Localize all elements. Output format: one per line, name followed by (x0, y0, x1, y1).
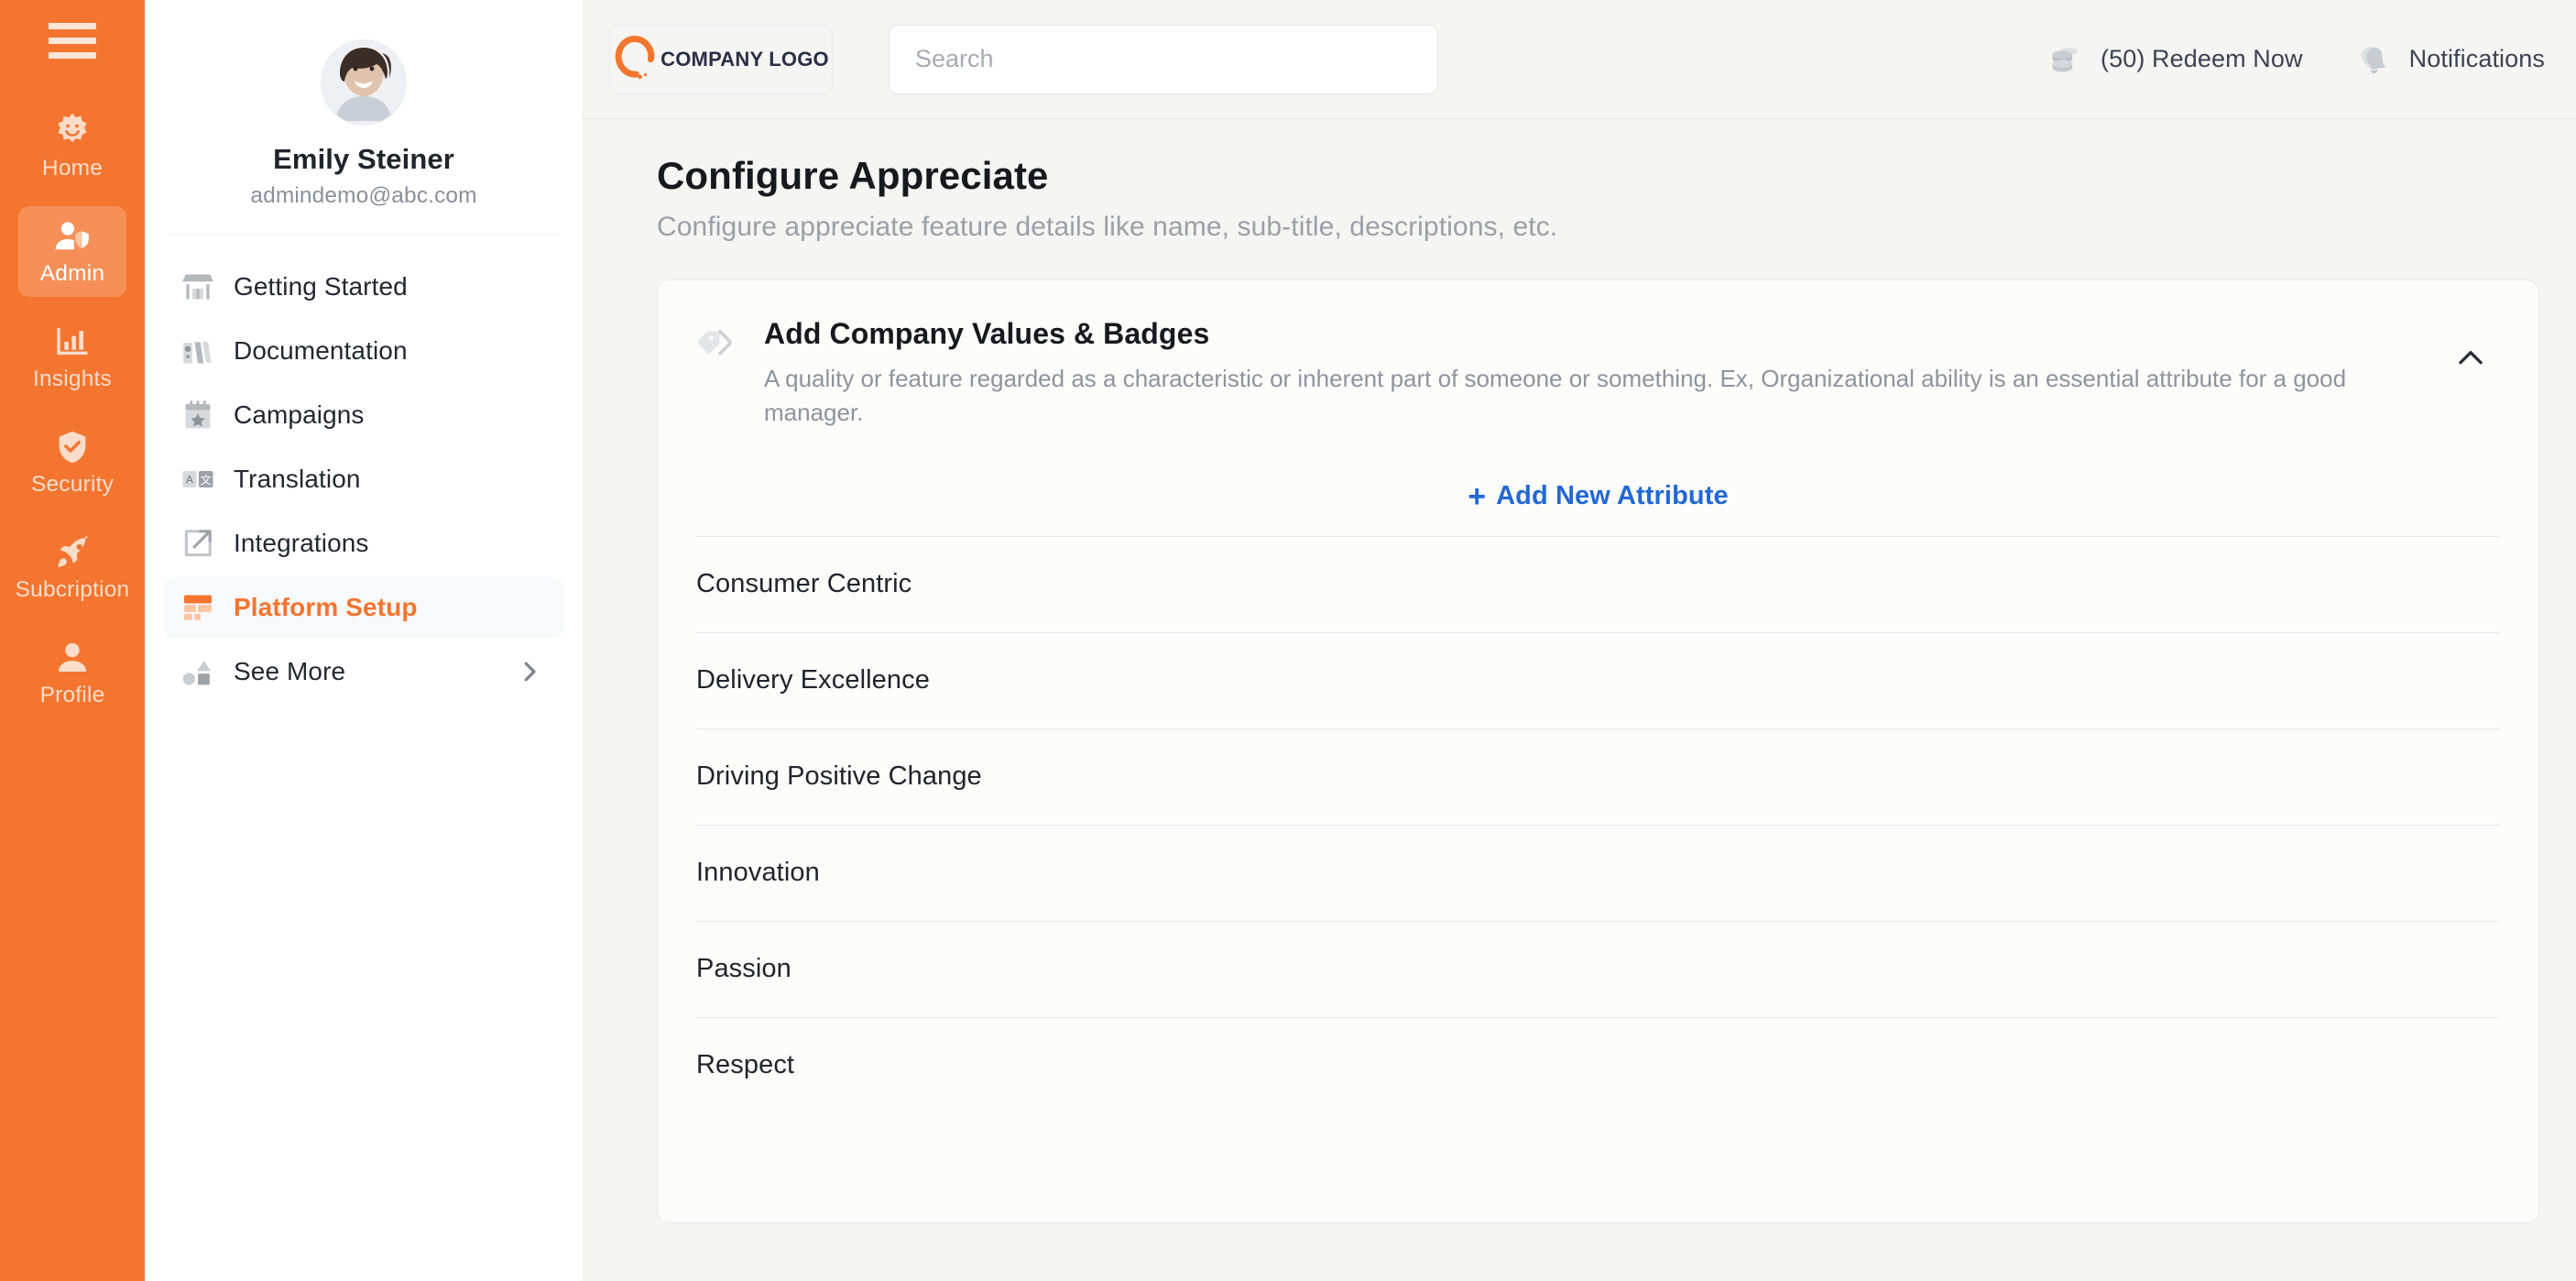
rail-item-profile[interactable]: Profile (18, 628, 126, 718)
books-icon (180, 334, 215, 368)
user-shield-icon (51, 218, 93, 255)
page-content: Configure Appreciate Configure appreciat… (584, 119, 2576, 1281)
user-profile-block: Emily Steiner admindemo@abc.com (145, 0, 583, 209)
external-link-icon (180, 526, 215, 561)
notifications-button[interactable]: Notifications (2354, 41, 2545, 78)
main-area: COMPANY LOGO (50) R (584, 0, 2576, 1281)
notifications-label: Notifications (2408, 45, 2545, 72)
page-subtitle: Configure appreciate feature details lik… (657, 212, 1558, 242)
card-description: A quality or feature regarded as a chara… (764, 365, 2347, 426)
search-input[interactable] (889, 24, 1438, 94)
rocket-icon (51, 534, 93, 571)
rail-item-label: Home (41, 156, 104, 181)
wall-bricks-icon (180, 590, 215, 625)
chevron-up-icon (2459, 351, 2483, 365)
hamburger-bar (49, 22, 96, 29)
tags-icon (691, 321, 740, 370)
sidebar-item-label: Integrations (234, 529, 369, 557)
hamburger-bar (49, 37, 96, 44)
rail-item-subcription[interactable]: Subcription (16, 522, 129, 613)
company-values-card: Add Company Values & Badges A quality or… (657, 279, 2539, 1223)
company-logo[interactable]: COMPANY LOGO (609, 24, 833, 94)
attribute-name: Consumer Centric (696, 569, 912, 599)
sidebar-item-campaigns[interactable]: Campaigns (164, 384, 563, 446)
rail-item-label: Admin (39, 261, 105, 286)
add-attribute-row: + Add New Attribute (658, 457, 2538, 536)
sidebar-item-label: See More (234, 657, 346, 685)
rail-item-label: Subcription (15, 577, 130, 602)
redeem-count: (50) (2101, 45, 2145, 72)
sidebar-item-see-more[interactable]: See More (164, 640, 563, 703)
attribute-name: Driving Positive Change (696, 761, 982, 792)
coins-icon (2046, 41, 2086, 78)
app-root: Home Admin Insights Security Subcription… (0, 0, 2576, 1281)
add-new-attribute-label: Add New Attribute (1496, 481, 1729, 511)
chevron-right-icon[interactable] (516, 658, 543, 685)
bell-icon (2354, 41, 2395, 78)
card-title: Add Company Values & Badges (764, 317, 1210, 350)
shield-check-icon (51, 429, 93, 465)
sidebar-item-translation[interactable]: A 文 Translation (164, 448, 563, 510)
rail-item-security[interactable]: Security (18, 417, 126, 508)
list-item[interactable]: Respect (658, 1018, 2538, 1113)
avatar-illustration (322, 40, 406, 125)
sidebar-item-platform-setup[interactable]: Platform Setup (164, 576, 563, 639)
user-email: admindemo@abc.com (250, 183, 477, 208)
secondary-sidebar: Emily Steiner admindemo@abc.com Getting … (145, 0, 584, 1281)
attribute-name: Respect (696, 1050, 795, 1080)
sidebar-item-getting-started[interactable]: Getting Started (164, 256, 563, 318)
card-collapse-toggle[interactable] (2443, 317, 2498, 430)
rail-item-home[interactable]: Home (18, 101, 126, 192)
search-container (889, 24, 1438, 94)
add-new-attribute-button[interactable]: + Add New Attribute (1468, 481, 1728, 512)
rail-item-label: Security (30, 472, 115, 497)
bar-chart-icon (51, 323, 93, 360)
sidebar-item-label: Documentation (234, 336, 408, 365)
rail-item-admin[interactable]: Admin (18, 206, 126, 297)
sun-smile-icon (51, 113, 93, 149)
company-logo-text: COMPANY LOGO (660, 47, 829, 71)
calendar-star-icon (180, 398, 215, 432)
sidebar-item-label: Getting Started (234, 272, 408, 301)
sidebar-item-integrations[interactable]: Integrations (164, 512, 563, 575)
user-name: Emily Steiner (273, 143, 454, 175)
list-item[interactable]: Passion (658, 922, 2538, 1017)
card-header-text: Add Company Values & Badges A quality or… (764, 317, 2419, 430)
translate-icon: A 文 (180, 462, 215, 497)
attribute-name: Delivery Excellence (696, 665, 930, 695)
redeem-label: (50) Redeem Now (2101, 45, 2303, 73)
sidebar-item-label: Translation (234, 465, 361, 493)
plus-icon: + (1468, 478, 1487, 514)
attribute-list: Consumer Centric Delivery Excellence Dri… (658, 535, 2538, 1113)
sidebar-item-documentation[interactable]: Documentation (164, 320, 563, 382)
sidebar-item-label: Platform Setup (234, 593, 418, 621)
page-title: Configure Appreciate (657, 154, 1049, 197)
redeem-now-button[interactable]: (50) Redeem Now (2046, 41, 2303, 78)
sidebar-item-label: Campaigns (234, 400, 365, 429)
redeem-text: Redeem Now (2152, 45, 2303, 72)
svg-text:文: 文 (201, 473, 212, 487)
sidebar-nav: Getting Started Documentation Campaigns … (145, 235, 583, 705)
list-item[interactable]: Innovation (658, 826, 2538, 921)
avatar[interactable] (322, 40, 406, 125)
primary-navigation-rail: Home Admin Insights Security Subcription… (0, 0, 145, 1281)
rail-item-label: Profile (39, 683, 105, 707)
list-item[interactable]: Driving Positive Change (658, 729, 2538, 825)
shapes-icon (180, 654, 215, 689)
storefront-icon (180, 269, 215, 304)
hamburger-bar (49, 51, 96, 59)
attribute-name: Passion (696, 954, 791, 984)
top-header-bar: COMPANY LOGO (50) R (584, 0, 2576, 119)
top-header-actions: (50) Redeem Now Notifications (2046, 41, 2545, 78)
company-c-logo (615, 35, 655, 79)
attribute-name: Innovation (696, 858, 820, 888)
list-item[interactable]: Consumer Centric (658, 537, 2538, 632)
user-icon (51, 640, 93, 676)
svg-text:A: A (186, 474, 193, 487)
rail-item-label: Insights (32, 367, 113, 391)
card-header: Add Company Values & Badges A quality or… (658, 280, 2538, 457)
rail-item-insights[interactable]: Insights (18, 312, 126, 402)
hamburger-menu-icon[interactable] (49, 20, 96, 60)
list-item[interactable]: Delivery Excellence (658, 633, 2538, 728)
